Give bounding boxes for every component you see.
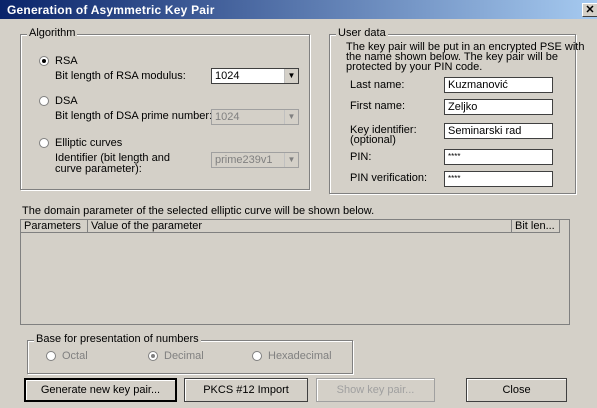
column-header-parameters[interactable]: Parameters xyxy=(21,220,88,233)
last-name-field[interactable]: Kuzmanović xyxy=(444,77,553,93)
rsa-modulus-select[interactable]: 1024 ▼ xyxy=(211,68,299,84)
dsa-prime-value: 1024 xyxy=(215,111,240,123)
hexadecimal-label[interactable]: Hexadecimal xyxy=(268,350,332,362)
octal-label[interactable]: Octal xyxy=(62,350,88,362)
close-window-button[interactable]: ✕ xyxy=(582,3,597,17)
window-title: Generation of Asymmetric Key Pair xyxy=(7,3,215,17)
user-data-legend: User data xyxy=(336,27,388,39)
rsa-radio[interactable] xyxy=(39,56,49,66)
show-key-pair-button[interactable]: Show key pair... xyxy=(316,378,435,402)
ec-curve-select[interactable]: prime239v1 ▼ xyxy=(211,152,299,168)
ec-label[interactable]: Elliptic curves xyxy=(55,137,122,149)
rsa-modulus-value: 1024 xyxy=(215,70,240,82)
column-header-value[interactable]: Value of the parameter xyxy=(88,220,512,233)
user-data-info-line-3: protected by your PIN code. xyxy=(346,61,483,73)
close-icon: ✕ xyxy=(585,4,595,16)
pkcs12-import-button[interactable]: PKCS #12 Import xyxy=(184,378,308,402)
key-identifier-optional-label: (optional) xyxy=(350,134,396,146)
close-button[interactable]: Close xyxy=(466,378,567,402)
last-name-label: Last name: xyxy=(350,79,405,91)
generate-key-pair-button[interactable]: Generate new key pair... xyxy=(24,378,177,402)
chevron-down-icon[interactable]: ▼ xyxy=(284,153,298,167)
dsa-prime-select[interactable]: 1024 ▼ xyxy=(211,109,299,125)
pin-field[interactable]: **** xyxy=(444,149,553,165)
decimal-radio[interactable] xyxy=(148,351,158,361)
algorithm-group: Algorithm RSA Bit length of RSA modulus:… xyxy=(20,27,310,190)
rsa-modulus-label: Bit length of RSA modulus: xyxy=(55,70,186,82)
octal-radio[interactable] xyxy=(46,351,56,361)
domain-parameter-list[interactable]: Parameters Value of the parameter Bit le… xyxy=(20,219,570,325)
first-name-label: First name: xyxy=(350,100,406,112)
pin-verification-field[interactable]: **** xyxy=(444,171,553,187)
title-bar[interactable]: Generation of Asymmetric Key Pair ✕ xyxy=(0,0,597,19)
user-data-group: User data The key pair will be put in an… xyxy=(329,27,584,194)
key-identifier-field[interactable]: Seminarski rad xyxy=(444,123,553,139)
dialog-window: Generation of Asymmetric Key Pair ✕ Algo… xyxy=(0,0,597,408)
hexadecimal-radio[interactable] xyxy=(252,351,262,361)
algorithm-legend: Algorithm xyxy=(27,27,78,39)
ec-curve-value: prime239v1 xyxy=(215,154,273,166)
dsa-radio[interactable] xyxy=(39,96,49,106)
first-name-field[interactable]: Zeljko xyxy=(444,99,553,115)
base-legend: Base for presentation of numbers xyxy=(34,333,201,345)
rsa-label[interactable]: RSA xyxy=(55,55,78,67)
base-group: Base for presentation of numbers Octal D… xyxy=(27,333,353,374)
ec-radio[interactable] xyxy=(39,138,49,148)
pin-verification-label: PIN verification: xyxy=(350,172,428,184)
chevron-down-icon[interactable]: ▼ xyxy=(284,69,298,83)
ec-identifier-label-2: curve parameter): xyxy=(55,163,142,175)
dsa-prime-label: Bit length of DSA prime number: xyxy=(55,110,213,122)
domain-parameter-caption: The domain parameter of the selected ell… xyxy=(22,205,375,217)
pin-label: PIN: xyxy=(350,151,372,163)
chevron-down-icon[interactable]: ▼ xyxy=(284,110,298,124)
column-header-bit-length[interactable]: Bit len... xyxy=(512,220,560,233)
decimal-label[interactable]: Decimal xyxy=(164,350,204,362)
dsa-label[interactable]: DSA xyxy=(55,95,78,107)
